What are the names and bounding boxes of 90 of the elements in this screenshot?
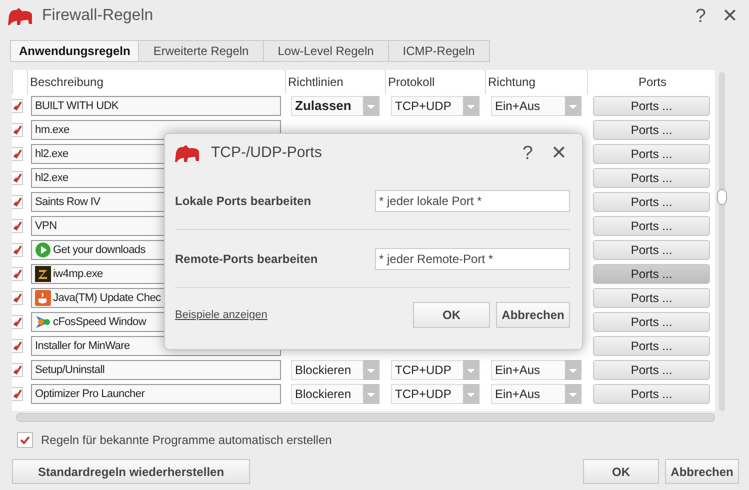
checkbox[interactable]: [12, 291, 23, 305]
ok-button[interactable]: OK: [583, 459, 659, 484]
tab[interactable]: Low-Level Regeln: [264, 40, 389, 62]
checkbox[interactable]: [12, 363, 23, 377]
description-field[interactable]: Setup/Uninstall: [31, 360, 281, 380]
restore-defaults-button[interactable]: Standardregeln wiederherstellen: [12, 459, 250, 484]
checkbox[interactable]: [12, 147, 23, 161]
checkmark-icon: [12, 244, 22, 256]
ports-button[interactable]: Ports ...: [593, 288, 710, 308]
caret-icon: [363, 384, 379, 404]
play-icon: [35, 242, 51, 258]
description-field[interactable]: Optimizer Pro Launcher: [31, 384, 281, 404]
protocol-dropdown[interactable]: TCP+UDP: [391, 384, 480, 404]
checkbox[interactable]: [12, 123, 23, 137]
ok-button[interactable]: OK: [413, 302, 490, 328]
checkmark-icon: [12, 316, 22, 328]
tab[interactable]: Erweiterte Regeln: [139, 40, 264, 62]
ports-button[interactable]: Ports ...: [593, 168, 710, 188]
close-button[interactable]: ✕: [719, 6, 741, 26]
checkbox[interactable]: [12, 195, 23, 209]
protocol-dropdown[interactable]: TCP+UDP: [391, 96, 480, 116]
checkbox[interactable]: [12, 171, 23, 185]
checkbox[interactable]: [12, 243, 23, 257]
tab[interactable]: Anwendungsregeln: [10, 40, 140, 62]
checkmark-icon: [12, 340, 22, 352]
column-header: Richtlinien: [285, 70, 385, 94]
input-field[interactable]: * jeder Remote-Port *: [375, 248, 570, 270]
direction-dropdown[interactable]: Ein+Aus: [491, 360, 582, 380]
checkmark-icon: [19, 434, 31, 446]
ports-button[interactable]: Ports ...: [593, 96, 710, 116]
checkmark-icon: [12, 196, 22, 208]
help-button[interactable]: ?: [692, 6, 709, 26]
ports-button[interactable]: Ports ...: [593, 384, 710, 404]
ports-button[interactable]: Ports ...: [593, 360, 710, 380]
checkbox[interactable]: [12, 219, 23, 233]
horizontal-scrollbar[interactable]: [16, 413, 715, 422]
close-button[interactable]: ✕: [548, 144, 570, 162]
checkbox[interactable]: [12, 387, 23, 401]
caret-icon: [363, 360, 379, 380]
game-icon: [35, 266, 51, 282]
checkmark-icon: [12, 220, 22, 232]
protocol-dropdown[interactable]: TCP+UDP: [391, 360, 480, 380]
caret-icon: [565, 384, 581, 404]
cancel-button[interactable]: Abbrechen: [496, 302, 570, 328]
description-field[interactable]: BUILT WITH UDK: [31, 96, 281, 116]
checkbox[interactable]: [12, 339, 23, 353]
caret-icon: [463, 384, 479, 404]
caret-icon: [463, 360, 479, 380]
caret-icon: [363, 96, 379, 116]
checkbox[interactable]: [12, 267, 23, 281]
column-header: Ports: [587, 70, 715, 94]
ports-button[interactable]: Ports ...: [593, 192, 710, 212]
policy-dropdown[interactable]: Blockieren: [291, 384, 380, 404]
caret-icon: [565, 360, 581, 380]
column-header: Protokoll: [385, 70, 485, 94]
ports-button[interactable]: Ports ...: [593, 120, 710, 140]
window-title: Firewall-Regeln: [42, 6, 154, 26]
direction-dropdown[interactable]: Ein+Aus: [491, 384, 582, 404]
arrow-icon: [35, 314, 51, 330]
checkbox-label: Regeln für bekannte Programme automatisch erstellen: [41, 432, 332, 449]
checkmark-icon: [12, 364, 22, 376]
checkbox[interactable]: [12, 99, 23, 113]
ports-button[interactable]: Ports ...: [593, 144, 710, 164]
help-button[interactable]: ?: [519, 144, 536, 162]
ports-button[interactable]: Ports ...: [593, 336, 710, 356]
checkmark-icon: [12, 388, 22, 400]
input-field[interactable]: * jeder lokale Port *: [375, 190, 570, 212]
column-header: Beschreibung: [27, 70, 285, 94]
caret-icon: [463, 96, 479, 116]
checkmark-icon: [12, 172, 22, 184]
cancel-button[interactable]: Abbrechen: [665, 459, 739, 484]
ports-button[interactable]: Ports ...: [593, 264, 710, 284]
ports-button[interactable]: Ports ...: [593, 312, 710, 332]
ports-button[interactable]: Ports ...: [593, 240, 710, 260]
tab[interactable]: ICMP-Regeln: [388, 40, 490, 62]
checkmark-icon: [12, 100, 22, 112]
policy-dropdown[interactable]: Zulassen: [291, 96, 380, 116]
cup-icon: [35, 290, 51, 306]
checkmark-icon: [12, 292, 22, 304]
caret-icon: [565, 96, 581, 116]
direction-dropdown[interactable]: Ein+Aus: [491, 96, 582, 116]
checkbox[interactable]: [12, 315, 23, 329]
ports-button[interactable]: Ports ...: [593, 216, 710, 236]
checkmark-icon: [12, 268, 22, 280]
policy-dropdown[interactable]: Blockieren: [291, 360, 380, 380]
column-header: Richtung: [485, 70, 587, 94]
vertical-scrollbar[interactable]: [715, 70, 729, 412]
checkmark-icon: [12, 124, 22, 136]
checkmark-icon: [12, 148, 22, 160]
checkbox[interactable]: [17, 432, 33, 448]
